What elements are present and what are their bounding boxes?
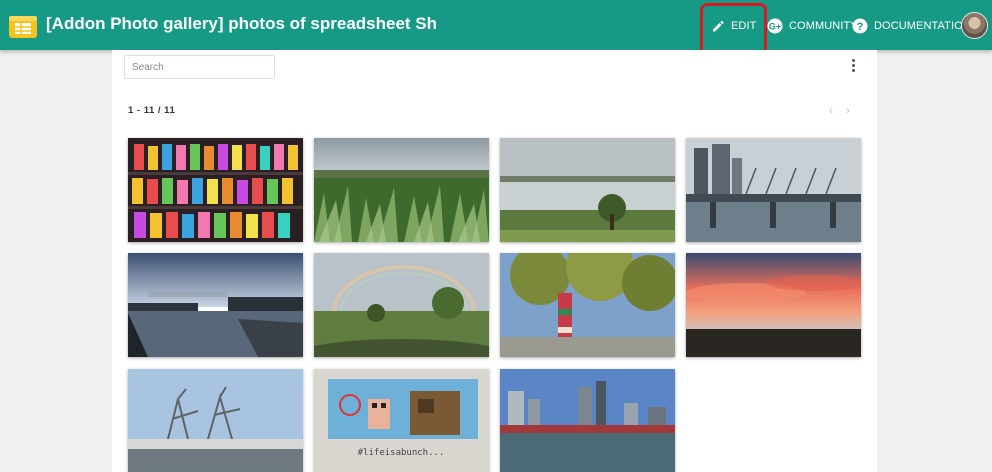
help-icon: ? bbox=[852, 18, 868, 34]
community-label: COMMUNITY bbox=[789, 20, 858, 32]
photo-sculpture-on-bridge[interactable] bbox=[128, 369, 303, 472]
result-counter: 1 - 11 / 11 bbox=[128, 105, 176, 116]
previous-page-icon[interactable]: ‹ bbox=[829, 103, 833, 117]
next-page-icon[interactable]: › bbox=[846, 103, 850, 117]
edit-highlight-annotation bbox=[700, 3, 767, 57]
documentation-button[interactable]: ? DOCUMENTATION bbox=[852, 14, 971, 38]
community-button[interactable]: G+ COMMUNITY bbox=[767, 14, 858, 38]
sheets-logo-icon[interactable] bbox=[8, 11, 38, 41]
gallery-card: 1 - 11 / 11 ‹ › bbox=[112, 50, 877, 472]
user-avatar[interactable] bbox=[961, 12, 988, 39]
photo-bridge-with-city[interactable] bbox=[686, 138, 861, 242]
more-options-icon[interactable] bbox=[848, 59, 858, 75]
svg-text:#lifeisabunch...: #lifeisabunch... bbox=[358, 448, 445, 458]
photo-river-at-dusk[interactable] bbox=[128, 253, 303, 357]
photo-lake-with-trees[interactable] bbox=[500, 138, 675, 242]
photo-colorful-figurines[interactable] bbox=[128, 138, 303, 242]
photo-minecraft-screen-photo[interactable]: #lifeisabunch... bbox=[314, 369, 489, 472]
documentation-label: DOCUMENTATION bbox=[874, 20, 971, 32]
photo-city-river-skyline[interactable] bbox=[500, 369, 675, 472]
google-plus-icon: G+ bbox=[767, 18, 783, 34]
svg-text:G+: G+ bbox=[769, 22, 781, 32]
photo-tree-with-knitted-trunk[interactable] bbox=[500, 253, 675, 357]
search-input[interactable] bbox=[124, 55, 275, 79]
app-header: [Addon Photo gallery] photos of spreadsh… bbox=[0, 0, 992, 57]
svg-text:?: ? bbox=[857, 21, 864, 33]
page-title: [Addon Photo gallery] photos of spreadsh… bbox=[46, 14, 438, 33]
photo-sunset-sky[interactable] bbox=[686, 253, 861, 357]
photo-green-plants-field[interactable] bbox=[314, 138, 489, 242]
photo-rainbow-over-field[interactable] bbox=[314, 253, 489, 357]
